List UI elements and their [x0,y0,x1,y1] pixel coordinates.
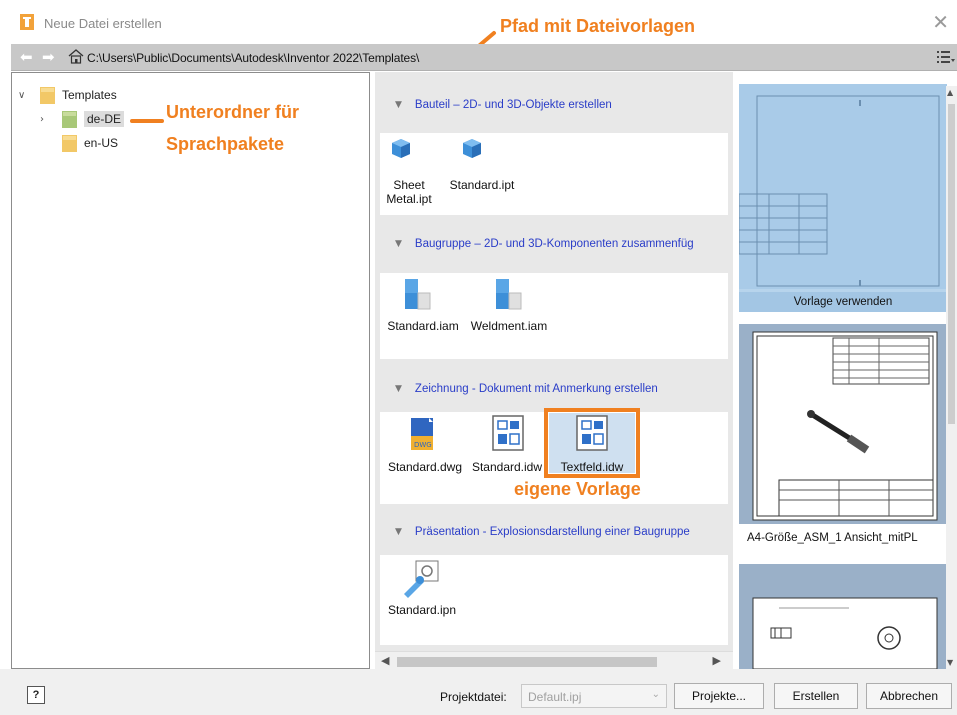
preview-drawing-image [739,564,947,669]
path-bar: ⬅ ➡ C:\Users\Public\Documents\Autodesk\I… [11,44,957,71]
svg-text:DWG: DWG [414,441,432,449]
tree-item-templates[interactable]: ∨ Templates [18,85,117,105]
inventor-app-icon [20,14,34,30]
scroll-right-icon[interactable]: ▶ [713,654,721,667]
scroll-up-icon[interactable]: ▲ [947,88,953,97]
annotation-path: Pfad mit Dateivorlagen [500,16,696,36]
preview-drawing-image [739,84,947,289]
vertical-scrollbar[interactable]: ▲ ▼ [946,86,957,669]
template-item-standard-dwg[interactable]: Standard.dwg [382,460,468,474]
drawing-icon[interactable] [491,414,525,452]
category-body-assembly [380,273,728,359]
category-title: Bauteil – 2D- und 3D-Objekte erstellen [414,99,612,111]
tree-item-en-us[interactable]: en-US [62,133,118,153]
annotation-dash-subfolder [130,119,164,123]
category-header-drawing[interactable]: ▼ Zeichnung - Dokument mit Anmerkung ers… [375,374,733,404]
use-template-label[interactable]: Vorlage verwenden [739,292,947,312]
preview-panel: Vorlage verwenden A4-Größe_ASM_1 Ansicht… [737,72,957,669]
part-icon[interactable] [389,136,413,160]
category-header-part[interactable]: ▼ Bauteil – 2D- und 3D-Objekte erstellen [375,90,733,120]
template-item-weldment-iam[interactable]: Weldment.iam [466,319,552,333]
annotation-subfolder-line1: Unterordner für [166,102,300,122]
template-label: Standard.ipt [449,178,515,192]
collapse-triangle-icon[interactable]: ▼ [395,527,402,537]
collapse-triangle-icon[interactable]: ▼ [395,384,402,394]
template-item-standard-iam[interactable]: Standard.iam [383,319,463,333]
expand-toggle-icon[interactable]: ∨ [18,90,30,101]
projects-button[interactable]: Projekte... [674,683,764,709]
dwg-icon[interactable]: DWG [409,417,435,451]
tree-item-de-de[interactable]: › de-DE [40,109,125,129]
category-header-presentation[interactable]: ▼ Präsentation - Explosionsdarstellung e… [375,517,733,547]
template-item-standard-ipn[interactable]: Standard.ipn [382,603,462,617]
template-item-sheet-metal[interactable]: Sheet Metal.ipt [384,178,434,206]
scroll-left-icon[interactable]: ◀ [381,654,389,667]
collapse-toggle-icon[interactable]: › [40,114,52,125]
template-item-standard-idw[interactable]: Standard.idw [470,460,544,474]
back-arrow-icon[interactable]: ⬅ [20,48,33,66]
assembly-icon[interactable] [402,277,432,311]
view-options-icon[interactable] [937,50,955,64]
scroll-thumb[interactable] [948,104,955,424]
template-label: Metal.ipt [386,192,432,206]
preview-card-asm[interactable]: A4-Größe_ASM_1 Ansicht_mitPL [739,324,947,554]
assembly-icon[interactable] [493,277,523,311]
help-button[interactable]: ? [27,686,45,704]
category-title: Baugruppe – 2D- und 3D-Komponenten zusam… [414,238,694,250]
chevron-down-icon: ⌄ [651,689,660,700]
horizontal-scrollbar[interactable]: ◀ ▶ [375,651,733,669]
preview-caption: A4-Größe_ASM_1 Ansicht_mitPL [747,532,918,544]
tree-label: de-DE [84,111,125,127]
scroll-thumb[interactable] [397,657,657,667]
home-icon[interactable] [68,49,84,64]
preview-card-selected[interactable]: Vorlage verwenden [739,84,947,312]
folder-icon [62,110,77,128]
part-icon[interactable] [460,136,484,160]
cancel-button[interactable]: Abbrechen [866,683,952,709]
template-label: Standard.idw [471,460,543,474]
preview-drawing-image [739,324,947,524]
collapse-triangle-icon[interactable]: ▼ [395,100,402,110]
collapse-triangle-icon[interactable]: ▼ [395,239,402,249]
project-file-select[interactable]: Default.ipj ⌄ [521,684,667,708]
preview-card-third[interactable] [739,564,947,669]
annotation-highlight-box [544,408,640,478]
category-header-assembly[interactable]: ▼ Baugruppe – 2D- und 3D-Komponenten zus… [375,229,733,259]
project-file-label: Projektdatei: [440,690,507,704]
template-label: Standard.dwg [387,460,463,474]
tree-label: Templates [62,88,117,102]
create-button[interactable]: Erstellen [774,683,858,709]
annotation-subfolder-line2: Sprachpakete [166,134,285,154]
window-title: Neue Datei erstellen [44,16,162,31]
tree-label: en-US [84,136,119,150]
scroll-down-icon[interactable]: ▼ [947,658,953,667]
template-label: Sheet [393,178,425,192]
close-icon[interactable]: ✕ [932,10,949,34]
project-file-value: Default.ipj [528,690,582,704]
presentation-icon[interactable] [400,560,442,600]
category-title: Zeichnung - Dokument mit Anmerkung erste… [414,383,658,395]
forward-arrow-icon[interactable]: ➡ [42,48,55,66]
template-label: Weldment.iam [470,319,548,333]
folder-icon [40,86,55,104]
annotation-subfolder: Unterordner für Sprachpakete [166,96,299,160]
category-title: Präsentation - Explosionsdarstellung ein… [414,526,690,538]
folder-icon [62,134,77,152]
annotation-own-template: eigene Vorlage [514,479,641,499]
template-label: Standard.ipn [387,603,457,617]
template-label: Standard.iam [387,319,459,333]
path-text[interactable]: C:\Users\Public\Documents\Autodesk\Inven… [87,51,419,65]
template-item-standard-ipt[interactable]: Standard.ipt [440,178,524,192]
folder-tree[interactable]: ∨ Templates › de-DE en-US [11,72,370,669]
